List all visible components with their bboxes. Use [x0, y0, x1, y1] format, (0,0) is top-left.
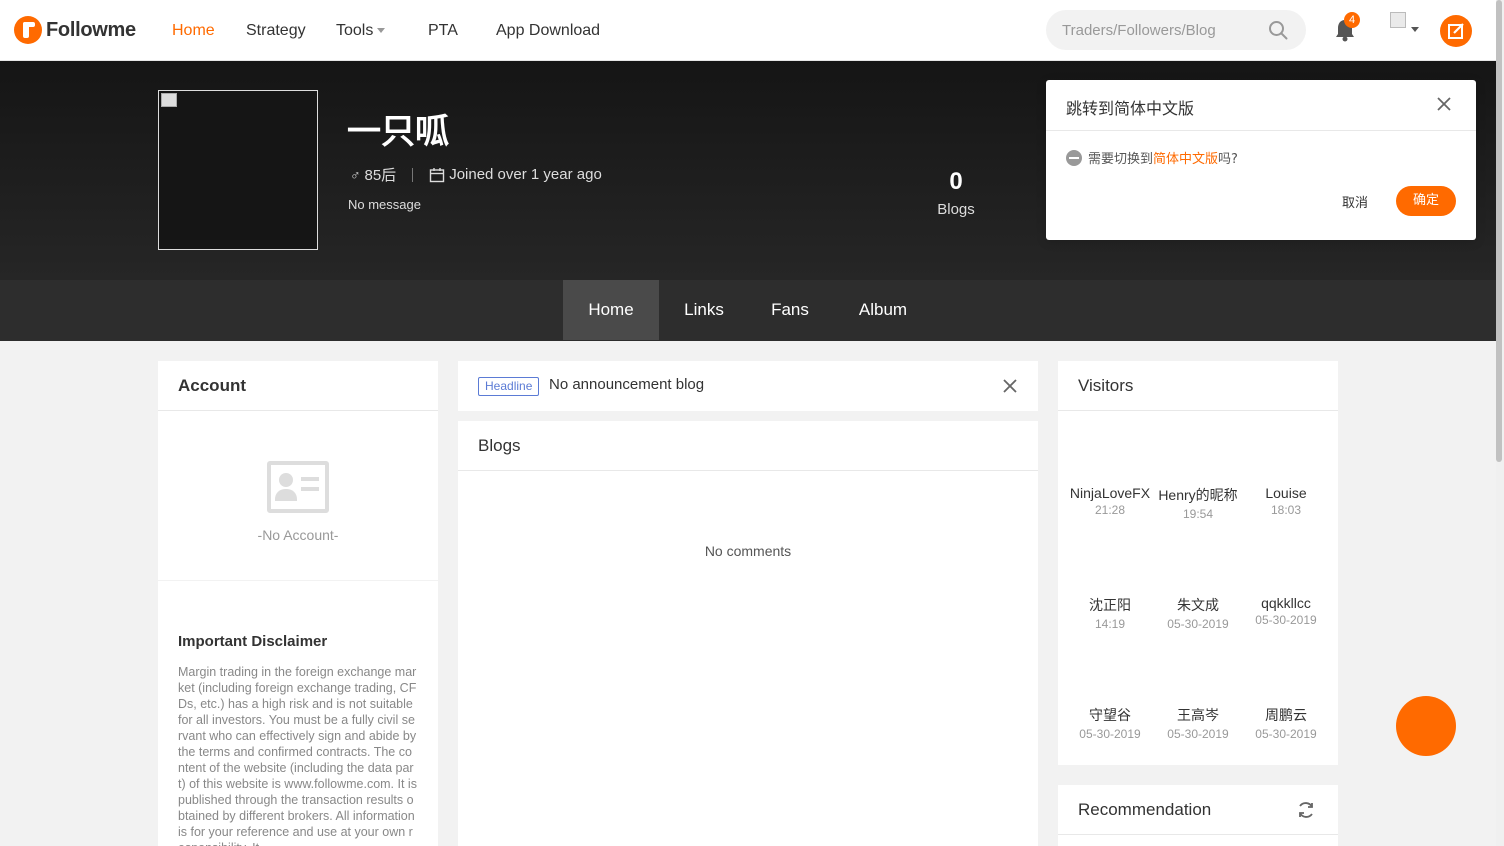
- visitor-name: Louise: [1265, 485, 1307, 501]
- gender-age: 85后: [364, 167, 397, 184]
- user-avatar[interactable]: [1390, 12, 1406, 28]
- blogs-count-label[interactable]: Blogs: [926, 201, 986, 218]
- male-icon: ♂: [350, 166, 361, 183]
- close-icon[interactable]: [1434, 94, 1454, 114]
- nav-strategy[interactable]: Strategy: [246, 22, 306, 40]
- blogs-title: Blogs: [458, 421, 1038, 471]
- visitor-item[interactable]: Henry的昵称 19:54: [1150, 485, 1246, 521]
- popup-msg-highlight: 简体中文版: [1153, 152, 1219, 167]
- visitor-item[interactable]: 周鹏云 05-30-2019: [1238, 705, 1334, 741]
- visitor-name: 沈正阳: [1089, 597, 1131, 613]
- visitor-time: 18:03: [1270, 503, 1302, 517]
- visitor-name: Henry的昵称: [1158, 487, 1238, 503]
- chevron-down-icon: [377, 27, 386, 33]
- popup-msg-after: 吗?: [1218, 152, 1238, 167]
- id-card-icon: [267, 461, 329, 513]
- nav-home[interactable]: Home: [172, 22, 215, 40]
- write-post-button[interactable]: [1440, 15, 1472, 47]
- visitor-item[interactable]: 守望谷 05-30-2019: [1062, 705, 1158, 741]
- no-account-text: -No Account-: [257, 527, 339, 543]
- visitor-time: 14:19: [1094, 617, 1126, 631]
- search-box: [1046, 10, 1306, 50]
- main-nav: Home Strategy Tools PTA App Download: [172, 0, 600, 61]
- info-icon: [1066, 149, 1082, 166]
- visitor-item[interactable]: NinjaLoveFX 21:28: [1062, 485, 1158, 517]
- floating-action-button[interactable]: [1396, 696, 1456, 756]
- followme-logo-icon: [14, 16, 42, 44]
- nav-app-download[interactable]: App Download: [496, 22, 600, 40]
- tab-fans[interactable]: Fans: [760, 280, 820, 340]
- profile-avatar: [158, 90, 318, 250]
- language-switch-popup: 跳转到简体中文版 需要切换到 简体中文版 吗? 取消 确定: [1046, 80, 1476, 240]
- visitor-item[interactable]: 王高岑 05-30-2019: [1150, 705, 1246, 741]
- page-scrollbar[interactable]: [1496, 0, 1504, 846]
- tab-links[interactable]: Links: [671, 280, 737, 340]
- visitor-name: 王高岑: [1177, 707, 1219, 723]
- popup-title: 跳转到简体中文版: [1066, 99, 1195, 118]
- no-comments-text: No comments: [704, 543, 792, 559]
- chevron-down-icon[interactable]: [1411, 27, 1419, 32]
- visitor-name: 守望谷: [1089, 707, 1131, 723]
- profile-name: 一只呱: [347, 112, 449, 152]
- visitor-item[interactable]: qqkkllcc 05-30-2019: [1238, 595, 1334, 627]
- popup-message: 需要切换到 简体中文版 吗?: [1066, 148, 1238, 167]
- logo-text: Followme: [46, 18, 136, 41]
- scrollbar-thumb[interactable]: [1496, 0, 1502, 462]
- visitor-name: qqkkllcc: [1261, 595, 1311, 611]
- notification-badge: 4: [1344, 12, 1360, 28]
- blogs-count[interactable]: 0: [930, 168, 982, 196]
- joined-text: Joined over 1 year ago: [449, 166, 602, 183]
- announcement-bar: Headline No announcement blog: [458, 361, 1038, 411]
- visitor-time: 05-30-2019: [1167, 727, 1229, 741]
- visitor-item[interactable]: Louise 18:03: [1238, 485, 1334, 517]
- blogs-card: Blogs No comments: [458, 421, 1038, 846]
- profile-message: No message: [348, 197, 421, 212]
- tab-album[interactable]: Album: [846, 280, 920, 340]
- visitor-name: 周鹏云: [1265, 707, 1307, 723]
- meta-divider: [412, 167, 414, 182]
- visitor-time: 21:28: [1094, 503, 1126, 517]
- announcement-text: No announcement blog: [549, 376, 705, 393]
- visitor-time: 05-30-2019: [1255, 727, 1317, 741]
- disclaimer-card: Important Disclaimer Margin trading in t…: [158, 581, 438, 846]
- popup-msg-before: 需要切换到: [1088, 152, 1154, 167]
- followme-logo[interactable]: Followme: [14, 14, 136, 46]
- visitors-card: Visitors NinjaLoveFX 21:28 Henry的昵称 19:5…: [1058, 361, 1338, 765]
- visitor-item[interactable]: 朱文成 05-30-2019: [1150, 595, 1246, 631]
- nav-tools-label: Tools: [336, 21, 374, 39]
- account-title: Account: [158, 361, 438, 411]
- visitor-time: 05-30-2019: [1079, 727, 1141, 741]
- top-navigation-bar: Followme Home Strategy Tools PTA App Dow…: [0, 0, 1496, 61]
- popup-divider: [1046, 130, 1476, 131]
- profile-tabbar: Home Links Fans Album: [0, 280, 1496, 341]
- disclaimer-text: Margin trading in the foreign exchange m…: [178, 665, 417, 846]
- visitor-time: 05-30-2019: [1255, 613, 1317, 627]
- calendar-icon: [429, 167, 445, 182]
- recommendation-card: Recommendation: [1058, 785, 1338, 846]
- visitor-name: 朱文成: [1177, 597, 1219, 613]
- profile-meta: ♂ 85后 Joined over 1 year ago: [350, 164, 602, 185]
- headline-tag: Headline: [478, 377, 540, 396]
- disclaimer-title: Important Disclaimer: [178, 633, 328, 650]
- nav-pta[interactable]: PTA: [428, 22, 458, 40]
- popup-confirm-button[interactable]: 确定: [1396, 186, 1456, 216]
- search-input[interactable]: [1062, 20, 1262, 40]
- visitor-item[interactable]: 沈正阳 14:19: [1062, 595, 1158, 631]
- edit-icon: [1448, 23, 1464, 39]
- search-icon[interactable]: [1268, 20, 1288, 40]
- broken-image-icon: [161, 93, 177, 107]
- account-card: Account -No Account-: [158, 361, 438, 580]
- visitor-time: 05-30-2019: [1167, 617, 1229, 631]
- popup-cancel-button[interactable]: 取消: [1342, 192, 1368, 211]
- close-icon[interactable]: [1001, 377, 1019, 395]
- visitors-title: Visitors: [1058, 361, 1338, 411]
- tab-home[interactable]: Home: [563, 280, 659, 340]
- refresh-icon[interactable]: [1296, 800, 1316, 820]
- visitor-name: NinjaLoveFX: [1069, 485, 1151, 501]
- visitor-time: 19:54: [1182, 507, 1214, 521]
- nav-tools[interactable]: Tools: [336, 21, 386, 40]
